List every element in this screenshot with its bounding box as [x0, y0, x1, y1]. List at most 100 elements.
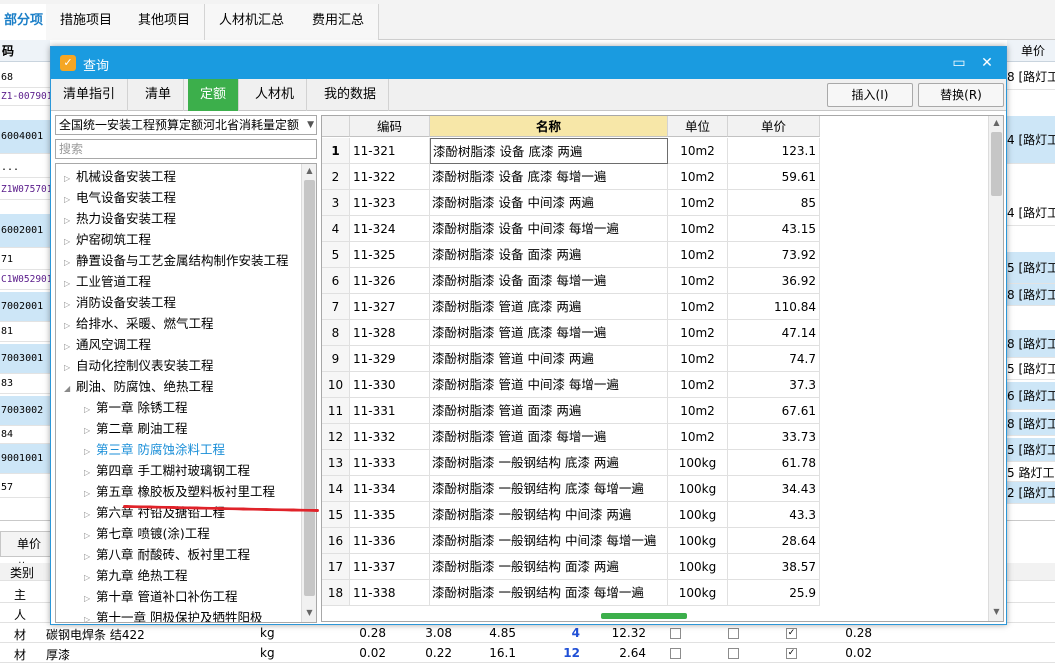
collapsed-triangle-icon[interactable]: ▷	[64, 210, 76, 231]
grid-cell-price[interactable]: 67.61	[728, 398, 820, 424]
scroll-up-icon[interactable]: ▲	[302, 164, 316, 178]
grid-cell-unit[interactable]: 100kg	[668, 528, 728, 554]
grid-cell-unit[interactable]: 10m2	[668, 346, 728, 372]
tree-node[interactable]: ▷ 工业管道工程	[64, 271, 151, 292]
grid-cell-idx[interactable]: 3	[322, 190, 350, 216]
grid-cell-unit[interactable]: 10m2	[668, 242, 728, 268]
grid-cell-unit[interactable]: 10m2	[668, 372, 728, 398]
scroll-down-icon[interactable]: ▼	[302, 606, 316, 620]
close-icon[interactable]: ✕	[977, 53, 997, 73]
grid-cell-code[interactable]: 11-324	[350, 216, 430, 242]
grid-cell-code[interactable]: 11-335	[350, 502, 430, 528]
table-row[interactable]: 10 11-330 漆酚树脂漆 管道 中间漆 每增一遍 10m2 37.3	[322, 372, 820, 398]
grid-cell-idx[interactable]: 12	[322, 424, 350, 450]
grid-cell-code[interactable]: 11-334	[350, 476, 430, 502]
tab-list-guide[interactable]: 清单指引	[51, 79, 129, 111]
tree-node[interactable]: ▷ 第五章 橡胶板及塑料板衬里工程	[84, 481, 275, 502]
grid-cell-unit[interactable]: 10m2	[668, 268, 728, 294]
grid-cell-unit[interactable]: 100kg	[668, 502, 728, 528]
grid-cell-idx[interactable]: 8	[322, 320, 350, 346]
app-tab-3[interactable]: 人材机汇总	[205, 4, 300, 40]
collapsed-triangle-icon[interactable]: ▷	[84, 567, 96, 588]
grid-cell-price[interactable]: 110.84	[728, 294, 820, 320]
grid-cell-price[interactable]: 25.9	[728, 580, 820, 606]
tree-node[interactable]: ▷ 热力设备安装工程	[64, 208, 176, 229]
collapsed-triangle-icon[interactable]: ▷	[84, 525, 96, 546]
grid-cell-name[interactable]: 漆酚树脂漆 设备 底漆 每增一遍	[430, 164, 668, 190]
grid-cell-name[interactable]: 漆酚树脂漆 设备 面漆 两遍	[430, 242, 668, 268]
tree-scrollbar[interactable]: ▲ ▼	[301, 164, 316, 622]
collapsed-triangle-icon[interactable]: ▷	[64, 336, 76, 357]
tree-node[interactable]: ▷ 机械设备安装工程	[64, 166, 176, 187]
grid-cell-price[interactable]: 74.7	[728, 346, 820, 372]
grid-cell-idx[interactable]: 10	[322, 372, 350, 398]
checkbox[interactable]: ✓	[786, 628, 797, 639]
grid-cell-unit[interactable]: 10m2	[668, 138, 728, 164]
table-row[interactable]: 12 11-332 漆酚树脂漆 管道 面漆 每增一遍 10m2 33.73	[322, 424, 820, 450]
grid-cell-code[interactable]: 11-337	[350, 554, 430, 580]
collapsed-triangle-icon[interactable]: ▷	[84, 462, 96, 483]
scroll-up-icon[interactable]: ▲	[989, 116, 1003, 130]
grid-cell-price[interactable]: 33.73	[728, 424, 820, 450]
table-row[interactable]: 6 11-326 漆酚树脂漆 设备 面漆 每增一遍 10m2 36.92	[322, 268, 820, 294]
grid-cell-code[interactable]: 11-332	[350, 424, 430, 450]
collapsed-triangle-icon[interactable]: ▷	[64, 168, 76, 189]
table-row[interactable]: 18 11-338 漆酚树脂漆 一般钢结构 面漆 每增一遍 100kg 25.9	[322, 580, 820, 606]
grid-cell-idx[interactable]: 16	[322, 528, 350, 554]
grid-cell-unit[interactable]: 100kg	[668, 580, 728, 606]
grid-cell-unit[interactable]: 10m2	[668, 294, 728, 320]
grid-cell-code[interactable]: 11-328	[350, 320, 430, 346]
grid-cell-unit[interactable]: 10m2	[668, 216, 728, 242]
collapsed-triangle-icon[interactable]: ▷	[84, 609, 96, 622]
grid-cell-price[interactable]: 38.57	[728, 554, 820, 580]
grid-cell-idx[interactable]: 1	[322, 138, 350, 164]
grid-cell-price[interactable]: 37.3	[728, 372, 820, 398]
grid-cell-price[interactable]: 59.61	[728, 164, 820, 190]
grid-header-unit[interactable]: 单位	[668, 116, 728, 137]
tree-node[interactable]: ▷ 第二章 刷油工程	[84, 418, 187, 439]
grid-cell-code[interactable]: 11-329	[350, 346, 430, 372]
grid-cell-idx[interactable]: 6	[322, 268, 350, 294]
collapsed-triangle-icon[interactable]: ▷	[84, 399, 96, 420]
app-tab-1[interactable]: 措施项目	[46, 4, 128, 40]
table-row[interactable]: 3 11-323 漆酚树脂漆 设备 中间漆 两遍 10m2 85	[322, 190, 820, 216]
collapsed-triangle-icon[interactable]: ▷	[84, 588, 96, 609]
grid-cell-name[interactable]: 漆酚树脂漆 管道 面漆 每增一遍	[430, 424, 668, 450]
tab-quota[interactable]: 定额	[188, 79, 240, 111]
grid-cell-code[interactable]: 11-323	[350, 190, 430, 216]
checkbox[interactable]	[728, 648, 739, 659]
grid-cell-idx[interactable]: 9	[322, 346, 350, 372]
replace-button[interactable]: 替换(R)	[918, 83, 1004, 107]
grid-cell-idx[interactable]: 7	[322, 294, 350, 320]
tab-my-data[interactable]: 我的数据	[312, 79, 390, 111]
collapsed-triangle-icon[interactable]: ▷	[84, 420, 96, 441]
grid-cell-code[interactable]: 11-327	[350, 294, 430, 320]
grid-cell-unit[interactable]: 10m2	[668, 190, 728, 216]
checkbox[interactable]	[728, 628, 739, 639]
grid-cell-name[interactable]: 漆酚树脂漆 设备 底漆 两遍	[430, 138, 668, 164]
grid-cell-name[interactable]: 漆酚树脂漆 管道 底漆 每增一遍	[430, 320, 668, 346]
grid-cell-price[interactable]: 28.64	[728, 528, 820, 554]
table-row[interactable]: 9 11-329 漆酚树脂漆 管道 中间漆 两遍 10m2 74.7	[322, 346, 820, 372]
tree-node[interactable]: ▷ 通风空调工程	[64, 334, 151, 355]
grid-cell-name[interactable]: 漆酚树脂漆 一般钢结构 面漆 两遍	[430, 554, 668, 580]
tree-node[interactable]: ▷ 第七章 喷镀(涂)工程	[84, 523, 210, 544]
grid-cell-code[interactable]: 11-331	[350, 398, 430, 424]
grid-cell-idx[interactable]: 4	[322, 216, 350, 242]
grid-cell-idx[interactable]: 18	[322, 580, 350, 606]
grid-cell-name[interactable]: 漆酚树脂漆 设备 中间漆 两遍	[430, 190, 668, 216]
app-tab-2[interactable]: 其他项目	[124, 4, 206, 40]
grid-cell-unit[interactable]: 10m2	[668, 424, 728, 450]
maximize-icon[interactable]: ▭	[949, 53, 969, 73]
scroll-down-icon[interactable]: ▼	[989, 605, 1003, 619]
tree-node[interactable]: ▷ 电气设备安装工程	[64, 187, 176, 208]
tree-node[interactable]: ▷ 第十章 管道补口补伤工程	[84, 586, 237, 607]
grid-cell-name[interactable]: 漆酚树脂漆 一般钢结构 底漆 两遍	[430, 450, 668, 476]
tree-node[interactable]: ▷ 第四章 手工糊衬玻璃钢工程	[84, 460, 250, 481]
checkbox[interactable]	[670, 648, 681, 659]
table-row[interactable]: 11 11-331 漆酚树脂漆 管道 面漆 两遍 10m2 67.61	[322, 398, 820, 424]
table-row[interactable]: 5 11-325 漆酚树脂漆 设备 面漆 两遍 10m2 73.92	[322, 242, 820, 268]
tree-node[interactable]: ▷ 第一章 除锈工程	[84, 397, 187, 418]
grid-cell-price[interactable]: 43.3	[728, 502, 820, 528]
grid-cell-unit[interactable]: 100kg	[668, 476, 728, 502]
